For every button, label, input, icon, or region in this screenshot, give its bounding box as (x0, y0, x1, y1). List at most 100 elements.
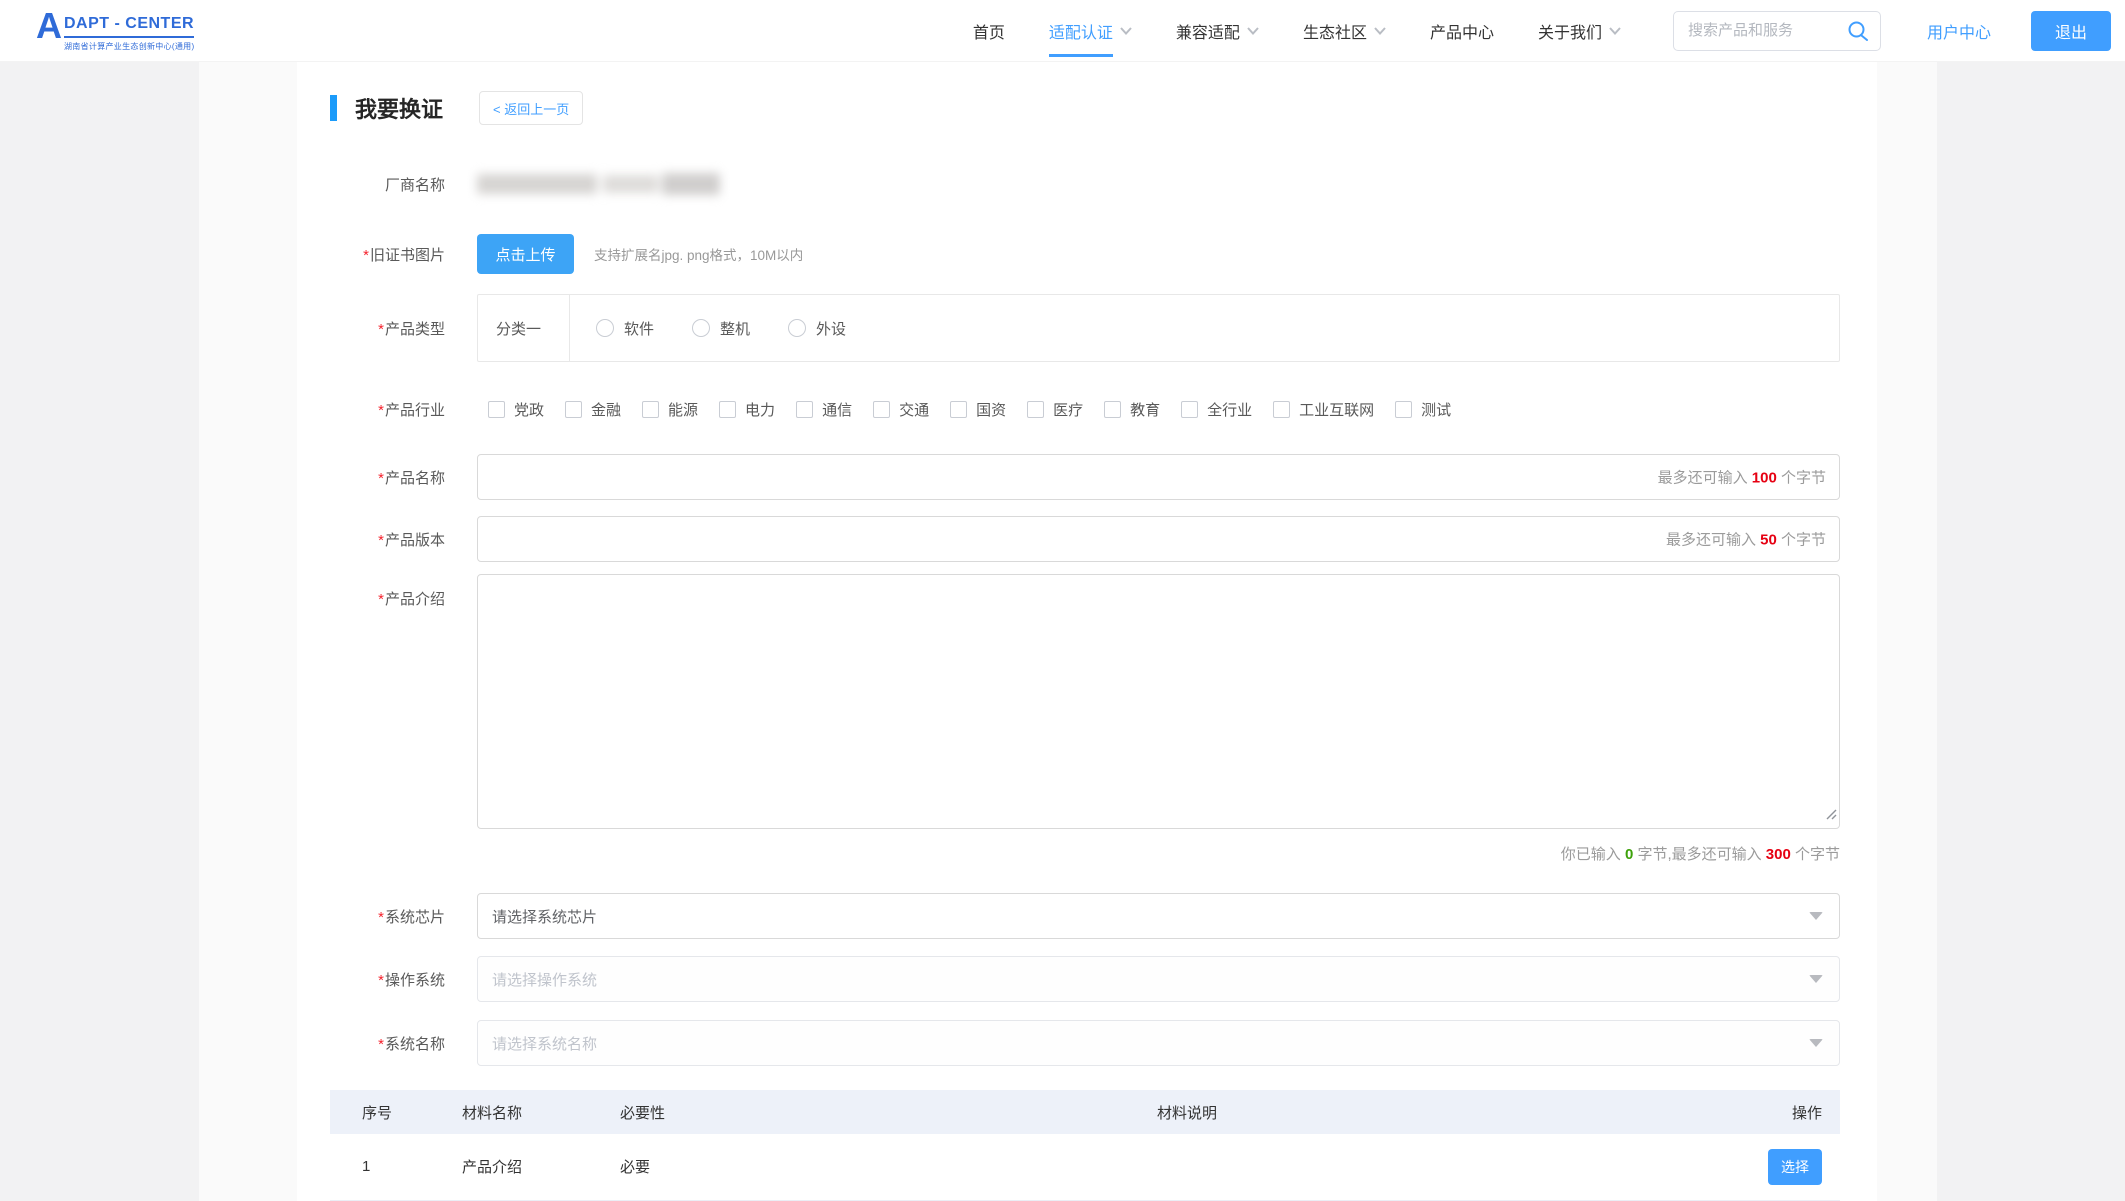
form-row-system-name: *系统名称 请选择系统名称 (330, 1020, 1840, 1066)
industry-checkbox-jiaotong[interactable]: 交通 (873, 399, 929, 420)
form-row-product-intro: *产品介绍 (330, 574, 1840, 829)
industry-checkbox-dianli[interactable]: 电力 (719, 399, 775, 420)
form-row-os: *操作系统 请选择操作系统 (330, 956, 1840, 1002)
system-name-select[interactable]: 请选择系统名称 (477, 1020, 1840, 1066)
radio-label: 外设 (816, 318, 846, 339)
industry-checkbox-ceshi[interactable]: 测试 (1395, 399, 1451, 420)
os-label: *操作系统 (330, 969, 445, 990)
product-type-options: 软件 整机 外设 (570, 295, 884, 361)
radio-icon[interactable] (692, 319, 710, 337)
nav-label: 适配认证 (1049, 19, 1113, 43)
checkbox-icon[interactable] (642, 401, 659, 418)
industry-checkbox-jiaoyu[interactable]: 教育 (1104, 399, 1160, 420)
required-asterisk: * (378, 591, 384, 608)
industry-checkbox-jinrong[interactable]: 金融 (565, 399, 621, 420)
product-version-byte-hint: 最多还可输入 50 个字节 (1666, 529, 1826, 550)
industry-checkbox-yiliao[interactable]: 医疗 (1027, 399, 1083, 420)
required-asterisk: * (378, 470, 384, 487)
nav-item-community[interactable]: 生态社区 (1281, 0, 1408, 62)
industry-label: *产品行业 (330, 399, 445, 420)
checkbox-icon[interactable] (488, 401, 505, 418)
main-nav: 首页 适配认证 兼容适配 生态社区 产品中心 关于我们 (951, 0, 1643, 62)
upload-button[interactable]: 点击上传 (477, 234, 574, 274)
industry-checkbox-guozi[interactable]: 国资 (950, 399, 1006, 420)
nav-item-about[interactable]: 关于我们 (1516, 0, 1643, 62)
nav-label: 生态社区 (1303, 19, 1367, 43)
nav-item-compatibility[interactable]: 兼容适配 (1154, 0, 1281, 62)
checkbox-icon[interactable] (1027, 401, 1044, 418)
industry-checkbox-quanhangye[interactable]: 全行业 (1181, 399, 1252, 420)
checkbox-icon[interactable] (1273, 401, 1290, 418)
required-asterisk: * (363, 247, 369, 264)
cell-description (746, 1134, 1628, 1200)
os-select[interactable]: 请选择操作系统 (477, 956, 1840, 1002)
product-name-input[interactable] (477, 454, 1840, 500)
caret-down-icon (1809, 912, 1823, 920)
manufacturer-label: 厂商名称 (330, 174, 445, 195)
checkbox-icon[interactable] (565, 401, 582, 418)
checkbox-label: 金融 (591, 399, 621, 420)
product-type-box: 分类一 软件 整机 外设 (477, 294, 1840, 362)
checkbox-label: 能源 (668, 399, 698, 420)
logo[interactable]: A DAPT - CENTER 湖南省计算产业生态创新中心(通用) (36, 9, 268, 52)
checkbox-icon[interactable] (719, 401, 736, 418)
industry-checkbox-nengyuan[interactable]: 能源 (642, 399, 698, 420)
radio-software[interactable]: 软件 (596, 318, 654, 339)
form-row-old-cert: *旧证书图片 点击上传 支持扩展名jpg. png格式，10M以内 (330, 234, 1840, 274)
chevron-down-icon (1120, 27, 1132, 35)
industry-checkbox-dangzheng[interactable]: 党政 (488, 399, 544, 420)
checkbox-icon[interactable] (1181, 401, 1198, 418)
product-intro-label: *产品介绍 (330, 574, 445, 829)
logo-text-block: DAPT - CENTER 湖南省计算产业生态创新中心(通用) (64, 15, 194, 52)
checkbox-label: 交通 (899, 399, 929, 420)
logo-letter: A (36, 9, 62, 43)
radio-icon[interactable] (788, 319, 806, 337)
chip-select[interactable]: 请选择系统芯片 (477, 893, 1840, 939)
checkbox-icon[interactable] (1395, 401, 1412, 418)
logout-button[interactable]: 退出 (2031, 11, 2111, 51)
checkbox-icon[interactable] (950, 401, 967, 418)
cell-material-name: 产品介绍 (430, 1134, 588, 1200)
nav-item-products[interactable]: 产品中心 (1408, 0, 1516, 62)
chip-select-placeholder: 请选择系统芯片 (492, 906, 1809, 927)
industry-checkbox-gongyehulianwang[interactable]: 工业互联网 (1273, 399, 1374, 420)
top-header: A DAPT - CENTER 湖南省计算产业生态创新中心(通用) 首页 适配认… (0, 0, 2125, 62)
table-row: 1 产品介绍 必要 选择 (330, 1134, 1840, 1200)
search-input[interactable] (1686, 21, 1846, 40)
nav-item-home[interactable]: 首页 (951, 0, 1027, 62)
form-row-product-version: *产品版本 最多还可输入 50 个字节 (330, 516, 1840, 562)
materials-table: 序号 材料名称 必要性 材料说明 操作 1 产品介绍 必要 选择 (330, 1090, 1840, 1201)
nav-item-certification[interactable]: 适配认证 (1027, 0, 1154, 62)
select-file-button[interactable]: 选择 (1768, 1149, 1822, 1185)
checkbox-label: 医疗 (1053, 399, 1083, 420)
product-version-input[interactable] (477, 516, 1840, 562)
required-asterisk: * (378, 909, 384, 926)
radio-icon[interactable] (596, 319, 614, 337)
search-box (1673, 11, 1881, 51)
form-row-product-type: *产品类型 分类一 软件 整机 (330, 294, 1840, 362)
cell-index: 1 (330, 1134, 430, 1200)
radio-label: 整机 (720, 318, 750, 339)
back-button[interactable]: < 返回上一页 (479, 91, 583, 125)
product-intro-textarea[interactable] (477, 574, 1840, 829)
nav-label: 关于我们 (1538, 19, 1602, 43)
checkbox-label: 电力 (745, 399, 775, 420)
search-icon[interactable] (1846, 19, 1870, 43)
radio-complete-machine[interactable]: 整机 (692, 318, 750, 339)
checkbox-icon[interactable] (1104, 401, 1121, 418)
chevron-down-icon (1374, 27, 1386, 35)
col-header-action: 操作 (1628, 1090, 1840, 1134)
col-header-index: 序号 (330, 1090, 430, 1134)
checkbox-icon[interactable] (873, 401, 890, 418)
industry-checkbox-tongxin[interactable]: 通信 (796, 399, 852, 420)
required-asterisk: * (378, 321, 384, 338)
required-asterisk: * (378, 972, 384, 989)
logo-text: DAPT - CENTER (64, 15, 194, 38)
checkbox-icon[interactable] (796, 401, 813, 418)
user-center-link[interactable]: 用户中心 (1927, 19, 1991, 43)
content-backdrop: 我要换证 < 返回上一页 厂商名称 *旧证书图片 点击上传 支持扩展名jpg. … (199, 62, 1937, 1201)
required-asterisk: * (378, 532, 384, 549)
radio-peripheral[interactable]: 外设 (788, 318, 846, 339)
os-select-placeholder: 请选择操作系统 (492, 969, 1809, 990)
system-name-label: *系统名称 (330, 1033, 445, 1054)
